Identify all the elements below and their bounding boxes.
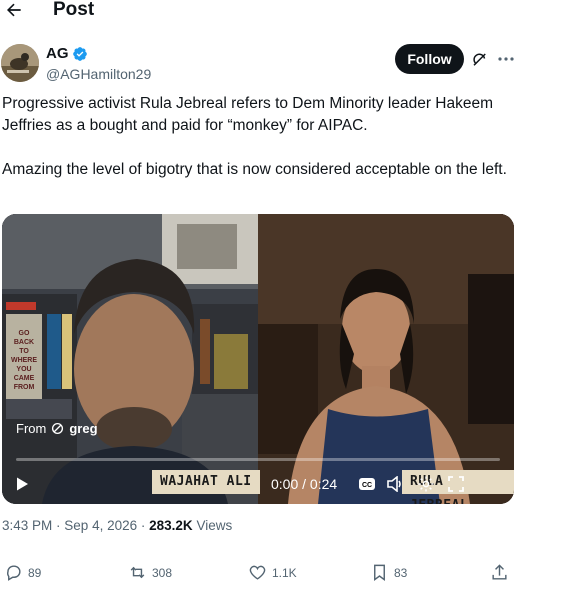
repost-button[interactable]: 308	[128, 563, 172, 582]
video-time: 0:00 / 0:24	[271, 476, 338, 492]
views-label: Views	[196, 518, 233, 533]
post-text: Progressive activist Rula Jebreal refers…	[2, 93, 522, 181]
repost-count: 308	[152, 565, 173, 580]
captions-icon[interactable]: CC	[357, 474, 377, 494]
reply-icon	[7, 565, 21, 581]
views-count: 283.2K	[149, 518, 193, 533]
like-count: 1.1K	[272, 565, 297, 580]
video-player[interactable]: GO BACK TO WHERE YOU CAME FROM From greg…	[2, 214, 514, 504]
post-meta: 3:43 PM · Sep 4, 2026 · 283.2K Views	[2, 518, 233, 533]
svg-text:CC: CC	[362, 482, 372, 489]
post-paragraph: Amazing the level of bigotry that is now…	[2, 161, 507, 178]
post-actions: 89 308 1.1K 83	[0, 563, 567, 585]
follow-button[interactable]: Follow	[395, 44, 464, 74]
grok-small-icon	[52, 422, 64, 435]
page-header: Post	[0, 0, 567, 30]
play-icon[interactable]	[14, 476, 30, 492]
author-handle[interactable]: @AGHamilton29	[46, 65, 151, 83]
heart-icon	[249, 565, 266, 580]
post-paragraph: Progressive activist Rula Jebreal refers…	[2, 95, 494, 134]
reply-button[interactable]: 89	[4, 563, 41, 582]
left-speaker-nameplate: WAJAHAT ALI	[152, 470, 260, 494]
book-cover-text: GO BACK TO WHERE YOU CAME FROM	[10, 329, 38, 391]
video-progress-bar[interactable]	[16, 458, 500, 461]
like-button[interactable]: 1.1K	[248, 563, 297, 582]
author-name[interactable]: AG	[46, 45, 69, 63]
from-account: greg	[69, 421, 98, 436]
from-prefix: From	[16, 421, 47, 436]
post-date[interactable]: Sep 4, 2026	[64, 518, 137, 533]
fullscreen-icon[interactable]	[446, 474, 466, 494]
bookmark-count: 83	[394, 565, 408, 580]
page-title: Post	[53, 0, 95, 20]
volume-icon[interactable]	[385, 474, 405, 494]
post-time[interactable]: 3:43 PM	[2, 518, 52, 533]
share-button[interactable]	[490, 563, 509, 582]
settings-icon[interactable]	[416, 474, 436, 494]
video-attribution[interactable]: From greg	[16, 421, 98, 436]
post-author: AG @AGHamilton29 Follow	[0, 42, 567, 86]
verified-badge-icon	[72, 47, 87, 61]
avatar[interactable]	[1, 44, 39, 82]
share-icon	[492, 564, 507, 580]
reply-count: 89	[28, 565, 42, 580]
bookmark-icon	[374, 564, 385, 582]
more-options-icon[interactable]	[497, 50, 515, 68]
repost-icon	[130, 566, 145, 579]
arrow-left-icon[interactable]	[2, 0, 26, 22]
grok-icon[interactable]	[471, 51, 489, 69]
bookmark-button[interactable]: 83	[370, 563, 407, 582]
